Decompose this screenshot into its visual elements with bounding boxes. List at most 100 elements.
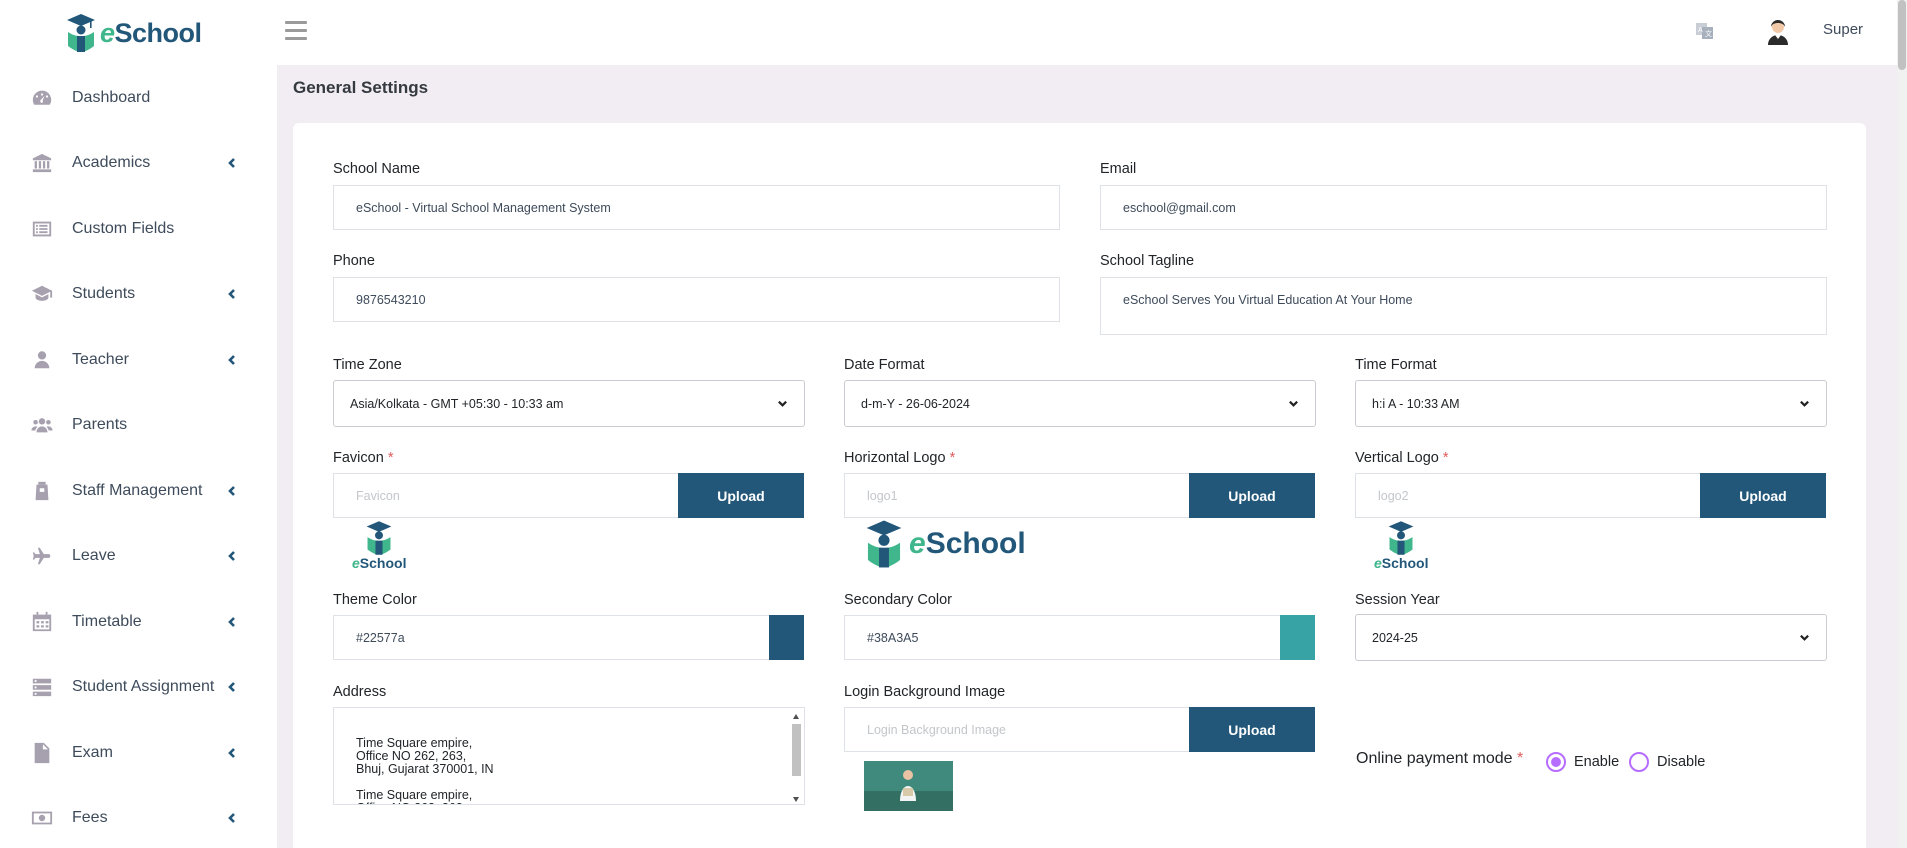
login-bg-label: Login Background Image [844,684,1006,700]
secondary-color-input[interactable]: #38A3A5 [844,615,1281,660]
vertical-logo-input[interactable]: logo2 [1355,473,1701,518]
sidebar-item-label: Dashboard [72,88,151,106]
time-zone-label: Time Zone [333,357,402,373]
sidebar-item-teacher[interactable]: Teacher [0,327,277,393]
chevron-left-icon [226,812,238,824]
vertical-logo-preview-text: eSchool [1374,555,1429,571]
page-scrollbar[interactable] [1897,0,1907,848]
secondary-color-swatch[interactable] [1280,615,1315,660]
favicon-label: Favicon * [333,450,394,466]
horizontal-logo-preview-text: eSchool [909,527,1026,560]
sidebar-item-label: Fees [72,809,108,827]
logo-mark-icon [67,14,95,52]
graduation-cap-icon [30,282,54,306]
chevron-down-icon [778,400,787,407]
chevron-left-icon [226,747,238,759]
email-input[interactable]: eschool@gmail.com [1100,185,1827,230]
horizontal-logo-input[interactable]: logo1 [844,473,1190,518]
sidebar-item-label: Custom Fields [72,219,175,237]
chevron-down-icon [1800,400,1809,407]
user-icon [30,348,54,372]
horizontal-logo-upload-button[interactable]: Upload [1189,473,1315,518]
payment-mode-label: Online payment mode * [1356,750,1524,767]
list-icon [30,217,54,241]
tagline-input[interactable]: eSchool Serves You Virtual Education At … [1100,277,1827,335]
sidebar-nav: Dashboard Academics Custom Fields Studen… [0,65,277,848]
vertical-logo-preview: eSchool [1374,519,1428,571]
time-zone-select[interactable]: Asia/Kolkata - GMT +05:30 - 10:33 am [333,380,805,427]
sidebar-item-label: Student Assignment [72,678,215,696]
user-tie-icon [30,479,54,503]
sidebar-item-label: Exam [72,743,113,761]
time-format-label: Time Format [1355,357,1437,373]
session-year-value: 2024-25 [1372,630,1418,645]
calendar-icon [30,610,54,634]
login-bg-preview [864,761,953,811]
chevron-left-icon [226,550,238,562]
sidebar-item-label: Parents [72,416,128,434]
school-name-input[interactable]: eSchool - Virtual School Management Syst… [333,185,1060,230]
address-scrollbar[interactable] [791,710,802,804]
payment-disable-radio[interactable] [1629,752,1649,772]
address-textarea[interactable]: Time Square empire, Office NO 262, 263, … [333,707,805,805]
logo-mark-icon [366,521,392,555]
chevron-left-icon [226,157,238,169]
user-name[interactable]: Super [1823,21,1863,38]
sidebar-item-label: Teacher [72,350,129,368]
language-icon[interactable]: A 文 [1695,21,1715,41]
chevron-left-icon [226,681,238,693]
address-label: Address [333,684,387,700]
login-bg-upload-button[interactable]: Upload [1189,707,1315,752]
avatar[interactable] [1765,18,1791,46]
chevron-left-icon [226,485,238,497]
sidebar-item-custom-fields[interactable]: Custom Fields [0,196,277,262]
logo-mark-icon [1388,521,1414,555]
phone-label: Phone [333,253,375,269]
sidebar-item-parents[interactable]: Parents [0,393,277,459]
date-format-select[interactable]: d-m-Y - 26-06-2024 [844,380,1316,427]
sidebar-item-label: Staff Management [72,481,203,499]
svg-text:A: A [1698,27,1703,34]
topbar: A 文 Super [277,0,1907,65]
payment-enable-label[interactable]: Enable [1574,754,1619,770]
sidebar-item-dashboard[interactable]: Dashboard [0,65,277,131]
horizontal-logo-preview: eSchool [863,518,1026,570]
file-icon [30,741,54,765]
session-year-select[interactable]: 2024-25 [1355,614,1827,661]
theme-color-swatch[interactable] [769,615,804,660]
plane-icon [30,544,54,568]
time-format-value: h:i A - 10:33 AM [1372,396,1460,411]
chevron-down-icon [1800,634,1809,641]
chevron-left-icon [226,616,238,628]
sidebar-item-students[interactable]: Students [0,262,277,328]
logo-mark-icon [866,520,902,568]
chevron-left-icon [226,288,238,300]
favicon-upload-button[interactable]: Upload [678,473,804,518]
theme-color-input[interactable]: #22577a [333,615,770,660]
sidebar-item-staff-management[interactable]: Staff Management [0,458,277,524]
payment-enable-radio[interactable] [1546,752,1566,772]
chevron-down-icon [1289,400,1298,407]
date-format-value: d-m-Y - 26-06-2024 [861,396,970,411]
sidebar-item-student-assignment[interactable]: Student Assignment [0,655,277,721]
sidebar: eSchool Dashboard Academics Custom Field… [0,0,277,848]
brand-logo[interactable]: eSchool [64,12,202,54]
login-bg-input[interactable]: Login Background Image [844,707,1190,752]
sidebar-item-exam[interactable]: Exam [0,720,277,786]
brand-name: eSchool [100,17,202,48]
payment-disable-label[interactable]: Disable [1657,754,1705,770]
menu-toggle-icon[interactable] [285,21,307,41]
page-scrollbar-thumb[interactable] [1898,0,1906,70]
theme-color-label: Theme Color [333,592,417,608]
bank-icon [30,151,54,175]
favicon-input[interactable]: Favicon [333,473,679,518]
users-icon [30,413,54,437]
sidebar-item-fees[interactable]: Fees [0,786,277,848]
secondary-color-label: Secondary Color [844,592,952,608]
time-format-select[interactable]: h:i A - 10:33 AM [1355,380,1827,427]
phone-input[interactable]: 9876543210 [333,277,1060,322]
sidebar-item-academics[interactable]: Academics [0,131,277,197]
vertical-logo-upload-button[interactable]: Upload [1700,473,1826,518]
sidebar-item-leave[interactable]: Leave [0,524,277,590]
sidebar-item-timetable[interactable]: Timetable [0,589,277,655]
